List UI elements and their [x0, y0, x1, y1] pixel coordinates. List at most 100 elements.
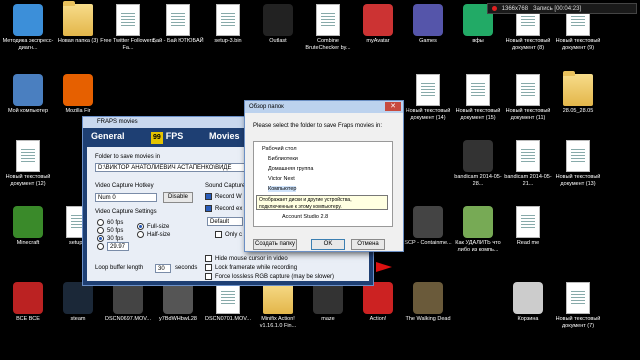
desktop-icon[interactable]: Бай - Бай ЮТЮБАЙ	[150, 4, 206, 45]
tree-item[interactable]: Account Studio 2.8	[282, 214, 328, 220]
settings-label: Video Capture Settings	[95, 209, 157, 215]
dialog-title: Обзор папок	[245, 101, 403, 113]
fps-option-60[interactable]: 60 fps	[97, 219, 123, 226]
recording-status: Запись [00:04:23]	[533, 6, 582, 12]
desktop-icon-label: Outlast	[269, 38, 287, 44]
tree-item[interactable]: Рабочий стол	[262, 146, 297, 152]
desktop-icon-label: Методика экспресс-диагн...	[2, 38, 54, 51]
text-document-icon	[516, 74, 540, 106]
browse-folder-dialog: Обзор папок ✕ Please select the folder t…	[244, 100, 404, 252]
desktop-icon-label: Новый текстовый документ (9)	[555, 38, 601, 51]
desktop-icon[interactable]: y7BdWHbwL28	[150, 282, 206, 323]
ok-button[interactable]: OK	[311, 239, 345, 250]
desktop-icon-label: Games	[419, 38, 437, 44]
desktop-icon[interactable]: Read me	[500, 206, 556, 247]
desktop-icon[interactable]: Minecraft	[0, 206, 56, 247]
application-icon	[463, 206, 493, 238]
folder-path-field[interactable]: D:\ВИКТОР АНАТОЛИЕВИЧ АСТАПЕНКО\ВИДЕ	[95, 163, 245, 172]
desktop-icon[interactable]: The Walking Dead	[400, 282, 456, 323]
desktop-icon[interactable]: Новый текстовый документ (14)	[400, 74, 456, 121]
desktop-icon[interactable]: Action!	[350, 282, 406, 323]
new-folder-button[interactable]: Создать папку	[253, 239, 297, 250]
desktop-icon[interactable]: Новая папка (3)	[50, 1, 106, 45]
disable-button[interactable]: Disable	[163, 192, 193, 203]
tab-movies[interactable]: Movies	[209, 130, 240, 142]
fps-option-50[interactable]: 50 fps	[97, 227, 123, 234]
desktop-icon[interactable]: Новый текстовый документ (11)	[500, 74, 556, 121]
lock-frame-option[interactable]: Lock framerate while recording	[205, 264, 297, 271]
text-document-icon	[566, 282, 590, 314]
folder-tree[interactable]: Рабочий стол Библиотеки Домашняя группа …	[253, 141, 393, 227]
tree-item-selected[interactable]: Компьютер	[268, 186, 297, 192]
desktop-icon[interactable]: Minifix Action! v1.16.1.0 Fin...	[250, 279, 306, 329]
dialog-prompt: Please select the folder to save Fraps m…	[253, 123, 383, 129]
hide-cursor-option[interactable]: Hide mouse cursor in video	[205, 255, 288, 262]
application-icon	[513, 282, 543, 314]
record-win-option[interactable]: Record W	[205, 193, 242, 200]
cancel-button[interactable]: Отмена	[351, 239, 385, 250]
desktop-icon[interactable]: Mozilla Fir	[50, 74, 106, 115]
desktop-icon[interactable]: bandicam 2014-05-21...	[500, 140, 556, 187]
desktop-icon[interactable]: Методика экспресс-диагн...	[0, 4, 56, 51]
general-tab-label: General	[91, 131, 125, 141]
close-icon[interactable]: ✕	[385, 102, 401, 111]
desktop-icon[interactable]: maze	[300, 282, 356, 323]
desktop-icon[interactable]: Корзина	[500, 282, 556, 323]
tree-item[interactable]: Victor Next	[268, 176, 295, 182]
desktop-icon[interactable]: steam	[50, 282, 106, 323]
desktop-icon[interactable]: Новый текстовый документ (12)	[0, 140, 56, 187]
desktop-icon[interactable]: Новый текстовый документ (13)	[550, 140, 606, 187]
application-icon	[363, 282, 393, 314]
application-icon	[13, 74, 43, 106]
record-ext-option[interactable]: Record ex	[205, 205, 242, 212]
tab-fps[interactable]: 99 FPS	[151, 130, 183, 144]
desktop-icon-label: setup-3.bin	[214, 38, 242, 44]
desktop-icon[interactable]: Новый текстовый документ (7)	[550, 282, 606, 329]
desktop-icon[interactable]: myAvatar	[350, 4, 406, 45]
desktop-icon-label: Корзина	[517, 316, 539, 322]
desktop-icon[interactable]: DSCN0697.MOV...	[100, 282, 156, 323]
custom-fps-field[interactable]: 29.97	[107, 242, 129, 251]
text-document-icon	[416, 74, 440, 106]
desktop-icon[interactable]: Games	[400, 4, 456, 45]
radio-icon	[97, 219, 104, 226]
desktop-icon-label: Minifix Action! v1.16.1.0 Fin...	[259, 316, 297, 329]
desktop-icon[interactable]: Free Twitter Followers, Fa...	[100, 4, 156, 51]
application-icon	[413, 282, 443, 314]
desktop-icon[interactable]: Combine BruteChecker by...	[300, 4, 356, 51]
checkbox-icon	[205, 205, 212, 212]
text-document-icon	[216, 4, 240, 36]
hotkey-field[interactable]: Num 0	[95, 193, 157, 202]
desktop-icon[interactable]: Мой компьютер	[0, 74, 56, 115]
checkbox-icon	[205, 273, 212, 280]
fps-option-custom[interactable]	[97, 243, 107, 250]
desktop-icon[interactable]: 28.05_28.05	[550, 71, 606, 115]
record-win-label: Record W	[215, 194, 242, 201]
record-ext-label: Record ex	[215, 206, 243, 213]
desktop-icon[interactable]: bandicam 2014-05-28...	[450, 140, 506, 187]
loop-field[interactable]: 30	[155, 264, 171, 273]
application-icon	[163, 282, 193, 314]
checkbox-icon	[205, 193, 212, 200]
size-full-label: Full-size	[147, 224, 170, 231]
desktop-icon[interactable]: Как УДАЛИТЬ что либо из компь...	[450, 206, 506, 253]
desktop-icon[interactable]: ВСЕ ВСЕ	[0, 282, 56, 323]
desktop-icon-label: вфы	[472, 38, 484, 44]
tree-item[interactable]: Домашняя группа	[268, 166, 313, 172]
tab-general[interactable]: General	[91, 130, 125, 142]
size-full[interactable]: Full-size	[137, 223, 169, 230]
force-rgb-option[interactable]: Force lossless RGB capture (may be slowe…	[205, 273, 334, 280]
desktop-icon[interactable]: Новый текстовый документ (15)	[450, 74, 506, 121]
application-icon	[113, 282, 143, 314]
desktop-icon[interactable]: Outlast	[250, 4, 306, 45]
device-select[interactable]: Default	[207, 217, 243, 226]
lock-frame-label: Lock framerate while recording	[215, 265, 298, 272]
desktop-icon[interactable]: DSCN0701.MOV...	[200, 282, 256, 323]
application-icon	[413, 4, 443, 36]
text-document-icon	[566, 140, 590, 172]
size-half[interactable]: Half-size	[137, 231, 170, 238]
desktop-icon[interactable]: setup-3.bin	[200, 4, 256, 45]
only-option[interactable]: Only c	[215, 231, 242, 238]
tree-item[interactable]: Библиотеки	[268, 156, 298, 162]
desktop-icon[interactable]: SCP - Containme...	[400, 206, 456, 247]
